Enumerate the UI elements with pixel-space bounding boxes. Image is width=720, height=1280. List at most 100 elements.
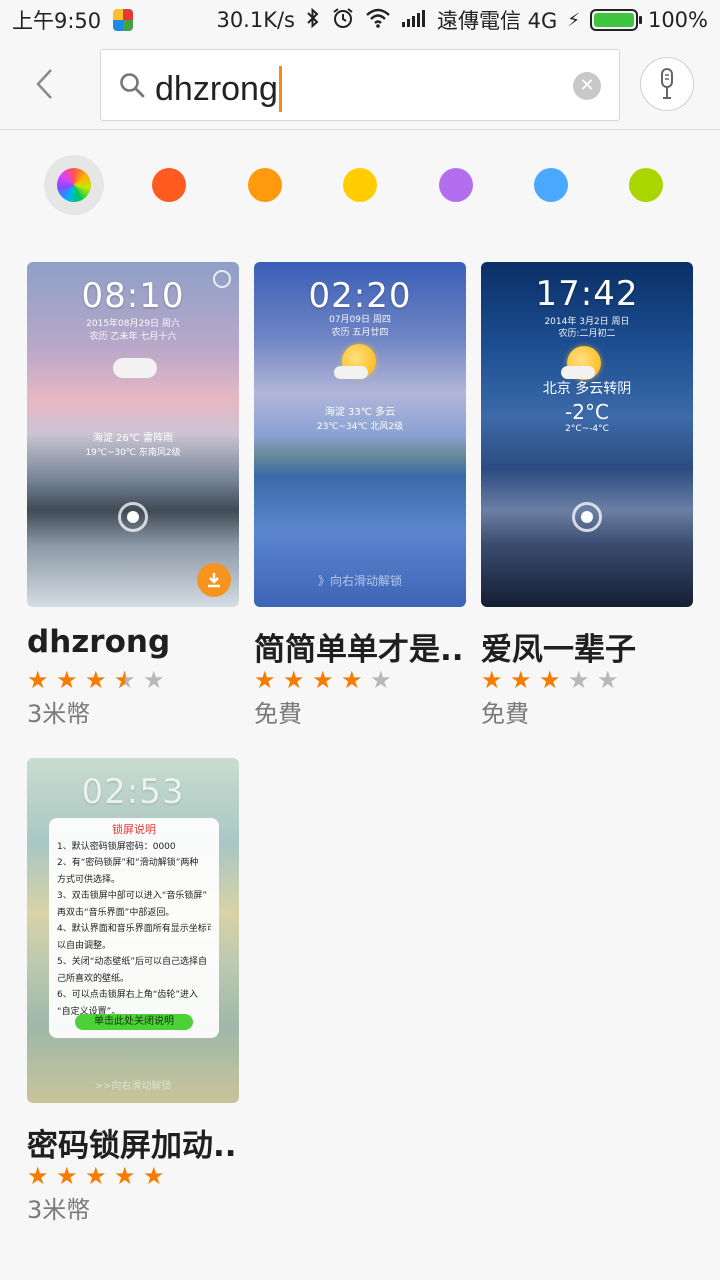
rating-stars: ★ ★ ★ ★ ★ [27,668,165,692]
instruction-line: 6、可以点击锁屏右上角“齿轮”进入 [57,990,199,1000]
battery-percent: 100% [647,8,708,32]
charging-icon: ⚡ [567,9,580,31]
color-filter-all[interactable] [44,155,104,215]
color-filter-blue[interactable] [534,168,568,202]
download-icon [208,573,220,588]
slide-to-unlock-hint: 》向右滑动解锁 [317,574,402,588]
color-filter-orange[interactable] [248,168,282,202]
alarm-icon [331,6,355,35]
star-empty-icon: ★ [568,666,590,694]
color-filter-purple[interactable] [439,168,473,202]
preview-clock: 08:10 [81,276,185,316]
signal-icon [401,8,427,33]
carrier-label: 遠傳電信 4G [437,9,558,33]
color-filter-green[interactable] [629,168,663,202]
theme-preview-image[interactable]: 17:42 2014年 3月2日 周日 农历:二月初二 北京 多云转阴 -2°C… [481,262,693,607]
theme-preview-image[interactable]: 02:53 锁屏说明 1、默认密码锁屏密码：0000 2、有“密码锁屏”和“滑动… [27,758,239,1103]
chevron-left-icon [36,69,52,99]
theme-title: dhzrong [27,624,171,660]
instruction-line: 3、双击锁屏中部可以进入“音乐锁屏” [57,891,208,901]
weather-cloud-icon [561,366,595,379]
star-empty-icon: ★ [143,666,165,694]
battery-fill [593,13,634,27]
back-button[interactable] [24,62,64,106]
rating-stars: ★ ★ ★ ★ ★ [481,668,619,692]
preview-clock: 02:20 [308,276,412,316]
star-filled-icon: ★ [27,666,49,694]
preview-clock: 02:53 [81,772,185,812]
theme-preview-image[interactable]: 02:20 07月09日 周四 农历 五月廿四 海淀 33℃ 多云 23℃~34… [254,262,466,607]
preview-weather-range: 19℃~30℃ 东南风2级 [85,448,181,458]
star-filled-icon: ★ [114,1162,136,1190]
wifi-icon [365,8,391,33]
star-filled-icon: ★ [254,666,276,694]
theme-title: 爱凤一辈子 [481,632,636,668]
star-filled-icon: ★ [143,1162,165,1190]
star-filled-icon: ★ [510,666,532,694]
microphone-icon [661,68,673,99]
status-bar: 上午9:50 30.1K/s 遠傳電信 4G ⚡ 100% [0,0,720,40]
search-box[interactable]: dhzrong ✕ [100,49,620,121]
star-filled-icon: ★ [27,1162,49,1190]
color-filter-red[interactable] [152,168,186,202]
clear-search-button[interactable]: ✕ [573,72,601,100]
network-speed: 30.1K/s [216,8,295,32]
instruction-line: 以自由调整。 [57,940,112,951]
theme-title: 密码锁屏加动... [27,1128,239,1164]
battery-icon [589,9,642,31]
search-input[interactable]: dhzrong [155,66,282,112]
preview-temperature: -2°C [565,400,609,424]
instruction-line: 4、默认界面和音乐界面所有显示坐标可 [57,924,211,934]
star-filled-icon: ★ [56,1162,78,1190]
theme-preview-image[interactable]: 08:10 2015年08月29日 周六 农历 乙未年 七月十六 海淀 26℃ … [27,262,239,607]
voice-search-button[interactable] [640,57,694,111]
preview-date: 2015年08月29日 周六 [86,319,180,329]
instruction-line: 1、默认密码锁屏密码：0000 [57,841,176,852]
star-filled-icon: ★ [481,666,503,694]
star-empty-icon: ★ [370,666,392,694]
close-instructions-button: 单击此处关闭说明 [75,1014,193,1030]
preview-date: 07月09日 周四 [329,315,391,325]
security-shield-icon [113,9,134,31]
preview-lunar: 农历:二月初二 [558,329,616,339]
preview-city-weather: 北京 多云转阴 [542,381,632,397]
weather-cloud-icon [334,366,368,379]
preview-lunar: 农历 五月廿四 [331,328,389,338]
star-filled-icon: ★ [283,666,305,694]
preview-clock: 17:42 [535,274,639,314]
search-query-text: dhzrong [155,69,278,108]
unlock-ring-icon [118,502,148,532]
theme-price: 免費 [254,700,302,728]
star-filled-icon: ★ [85,1162,107,1190]
star-half-icon: ★ [114,668,136,692]
rating-stars: ★ ★ ★ ★ ★ [27,1164,165,1188]
search-icon [120,73,145,98]
preview-temp-range: 2°C~-4°C [565,424,609,434]
multicolor-swatch [57,168,91,202]
theme-price: 3米幣 [27,700,91,728]
star-filled-icon: ★ [539,666,561,694]
theme-price: 免費 [481,700,529,728]
star-empty-icon: ★ [597,666,619,694]
color-filter-row [0,155,720,215]
text-caret [278,66,282,112]
unlock-ring-icon [572,502,602,532]
preview-lunar: 农历 乙未年 七月十六 [89,332,177,342]
slide-to-unlock-hint: >>向右滑动解锁 [94,1081,172,1092]
preview-weather: 海淀 26℃ 雷阵雨 [92,433,174,444]
theme-price: 3米幣 [27,1196,91,1224]
weather-cloud-icon [113,358,157,378]
download-button[interactable] [197,563,231,597]
instruction-panel: 锁屏说明 1、默认密码锁屏密码：0000 2、有“密码锁屏”和“滑动解锁”两种 … [49,818,219,1038]
color-filter-yellow[interactable] [343,168,377,202]
theme-title: 简简单单才是... [254,632,466,668]
preview-weather: 海淀 33℃ 多云 [324,407,396,418]
status-time: 上午9:50 [12,9,102,33]
instruction-title: 锁屏说明 [112,823,156,836]
instruction-line: 2、有“密码锁屏”和“滑动解锁”两种 [57,858,199,868]
star-filled-icon: ★ [341,666,363,694]
close-icon: ✕ [579,75,595,96]
star-filled-icon: ★ [85,666,107,694]
settings-gear-icon [213,270,231,288]
preview-weather-range: 23℃~34℃ 北风2级 [316,422,404,432]
